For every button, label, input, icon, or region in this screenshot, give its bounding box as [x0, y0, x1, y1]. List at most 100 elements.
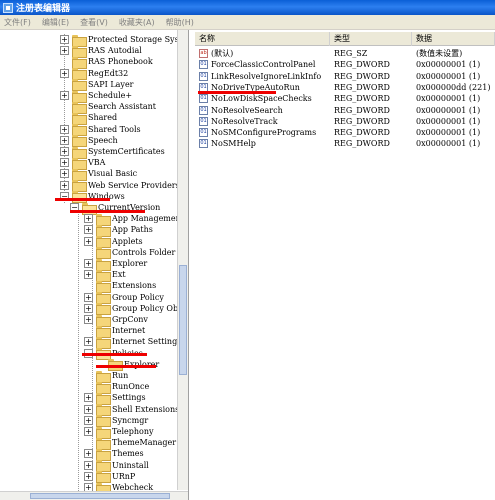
registry-value-row[interactable]: 01 ForceClassicControlPanel REG_DWORD 0x000…	[195, 59, 495, 70]
expand-icon[interactable]: +	[84, 259, 93, 268]
registry-value-row[interactable]: 01 NoLowDiskSpaceChecks REG_DWORD 0x0000000…	[195, 93, 495, 104]
tree-item[interactable]: Extensions	[84, 280, 156, 293]
expand-icon[interactable]: +	[84, 471, 93, 481]
value-type-cell: REG_DWORD	[334, 105, 390, 115]
tree-item[interactable]: + VBA	[60, 157, 106, 170]
folder-icon	[96, 292, 111, 305]
tree-item[interactable]: + Internet Setting	[84, 336, 177, 349]
expand-icon[interactable]: +	[60, 35, 69, 44]
tree-item[interactable]: + URnP	[84, 471, 135, 484]
tree-item[interactable]: + Themes	[84, 448, 144, 461]
expand-icon[interactable]: +	[84, 427, 93, 436]
tree-hscroll-thumb[interactable]	[30, 493, 170, 499]
expand-icon[interactable]: +	[84, 337, 93, 347]
tree-scroll-thumb[interactable]	[179, 265, 187, 375]
registry-key-tree[interactable]: + Protected Storage Syst + RAS Autodial RAS …	[0, 30, 189, 500]
tree-item[interactable]: + SystemCertificates	[60, 146, 165, 159]
folder-icon	[72, 68, 87, 81]
expand-icon[interactable]: +	[84, 236, 93, 246]
tree-item[interactable]: + Telephony	[84, 426, 154, 439]
tree-item-label: VBA	[88, 158, 106, 168]
value-name-cell: NoSMHelp	[211, 139, 256, 149]
expand-icon[interactable]: +	[84, 415, 93, 425]
list-header: 名称 类型 数据	[195, 32, 495, 46]
registry-value-row[interactable]: ab (默认) REG_SZ (数值未设置)	[195, 48, 495, 59]
folder-icon	[96, 448, 111, 461]
tree-item[interactable]: + Syncmgr	[84, 415, 149, 428]
tree-item[interactable]: Internet	[84, 325, 145, 338]
tree-item[interactable]: + GrpConv	[84, 314, 148, 327]
registry-value-row[interactable]: 01 LinkResolveIgnoreLinkInfo REG_DWORD 0x00…	[195, 71, 495, 82]
tree-item-label: Syncmgr	[112, 415, 149, 425]
tree-item-label: Uninstall	[112, 460, 149, 470]
tree-item-label: RAS Phonebook	[88, 57, 153, 67]
folder-icon	[96, 280, 111, 293]
tree-item[interactable]: + Settings	[84, 392, 146, 405]
expand-icon[interactable]: +	[84, 303, 93, 313]
expand-icon[interactable]: +	[84, 315, 93, 324]
tree-item[interactable]: + Shared Tools	[60, 124, 141, 137]
tree-item[interactable]: + Speech	[60, 135, 118, 148]
tree-item[interactable]: + Shell Extensions	[84, 404, 179, 417]
expand-icon[interactable]: +	[84, 270, 93, 280]
tree-vertical-scrollbar[interactable]	[177, 30, 188, 490]
registry-value-row[interactable]: 01 NoResolveSearch REG_DWORD 0x00000001 (1)	[195, 105, 495, 116]
menu-favorites[interactable]: 收藏夹(A)	[119, 17, 155, 28]
expand-icon[interactable]: +	[60, 124, 69, 134]
expand-icon[interactable]: +	[60, 158, 69, 168]
expand-icon[interactable]: +	[84, 292, 93, 302]
registry-value-row[interactable]: 01 NoResolveTrack REG_DWORD 0x00000001 (1)	[195, 116, 495, 127]
tree-item[interactable]: + Uninstall	[84, 460, 149, 473]
tree-item[interactable]: ThemeManager	[84, 437, 176, 450]
tree-item[interactable]: + RAS Autodial	[60, 45, 142, 58]
expand-icon[interactable]: +	[84, 460, 93, 470]
tree-horizontal-scrollbar[interactable]	[0, 491, 188, 500]
expand-icon[interactable]: +	[60, 169, 69, 179]
tree-item[interactable]: Run	[84, 370, 128, 383]
tree-item[interactable]: + Schedule+	[60, 90, 132, 103]
tree-item[interactable]: + Web Service Providers	[60, 180, 180, 193]
tree-item[interactable]: + RegEdt32	[60, 68, 128, 81]
expand-icon[interactable]: +	[60, 46, 69, 56]
tree-item[interactable]: + Protected Storage Syst	[60, 34, 182, 47]
column-data-header[interactable]: 数据	[412, 32, 495, 46]
tree-item[interactable]: Shared	[60, 112, 117, 125]
tree-item[interactable]: + App Management	[84, 213, 184, 226]
expand-icon[interactable]: +	[84, 449, 93, 459]
tree-item[interactable]: Controls Folder	[84, 247, 175, 260]
registry-values-list[interactable]: 名称 类型 数据 ab (默认) REG_SZ (数值未设置) 01 ForceClass…	[195, 30, 495, 500]
expand-icon[interactable]: +	[84, 225, 93, 235]
tree-item[interactable]: + Visual Basic	[60, 168, 137, 181]
column-type-header[interactable]: 类型	[330, 32, 412, 46]
value-data-cell: 0x00000001 (1)	[416, 128, 481, 138]
folder-icon	[72, 124, 87, 137]
tree-item[interactable]: + App Paths	[84, 224, 153, 237]
column-name-header[interactable]: 名称	[195, 32, 330, 46]
menu-help[interactable]: 帮助(H)	[166, 17, 194, 28]
registry-value-row[interactable]: 01 NoSMHelp REG_DWORD 0x00000001 (1)	[195, 138, 495, 149]
tree-item[interactable]: + Applets	[84, 236, 143, 249]
folder-icon	[96, 247, 111, 260]
expand-icon[interactable]: +	[60, 68, 69, 78]
tree-item[interactable]: Search Assistant	[60, 101, 156, 114]
expand-icon[interactable]: +	[60, 147, 69, 156]
expand-icon[interactable]: +	[84, 214, 93, 224]
tree-item[interactable]: + Group Policy Obj	[84, 303, 181, 316]
expand-icon[interactable]: +	[60, 180, 69, 190]
tree-item[interactable]: RunOnce	[84, 381, 149, 394]
annotation-underline-windows	[55, 198, 110, 201]
expand-icon[interactable]: +	[60, 135, 69, 145]
registry-value-row[interactable]: 01 NoSMConfigurePrograms REG_DWORD 0x000000…	[195, 127, 495, 138]
menu-file[interactable]: 文件(F)	[4, 17, 31, 28]
tree-item[interactable]: + Group Policy	[84, 292, 164, 305]
tree-item-label: Shared Tools	[88, 124, 141, 134]
tree-item[interactable]: + Ext	[84, 269, 126, 282]
menu-edit[interactable]: 编辑(E)	[42, 17, 69, 28]
menu-view[interactable]: 查看(V)	[80, 17, 108, 28]
expand-icon[interactable]: +	[84, 393, 93, 403]
tree-item[interactable]: SAPI Layer	[60, 79, 134, 92]
expand-icon[interactable]: +	[84, 404, 93, 414]
expand-icon[interactable]: +	[60, 91, 69, 100]
tree-item[interactable]: RAS Phonebook	[60, 56, 153, 69]
tree-item[interactable]: + Explorer	[84, 258, 147, 271]
